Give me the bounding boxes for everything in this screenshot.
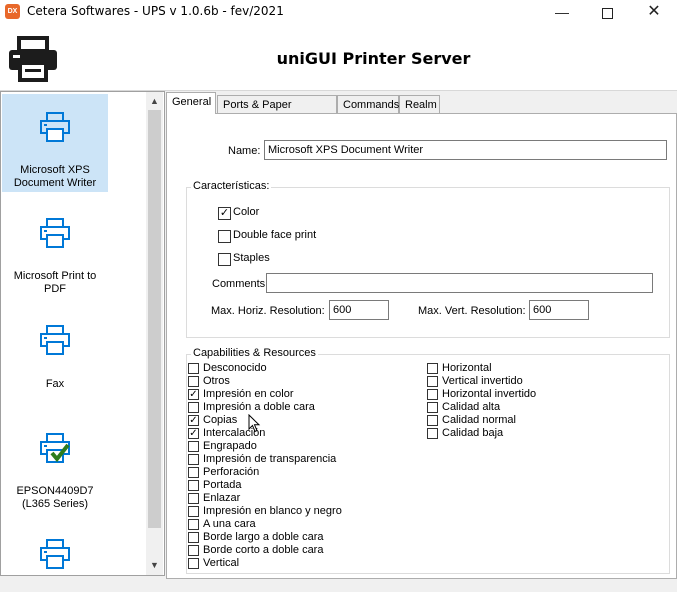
- capability-label: Calidad baja: [442, 427, 504, 439]
- capability-checkbox[interactable]: [427, 389, 438, 400]
- capability-label: Enlazar: [203, 492, 241, 504]
- printer-icon: [40, 218, 70, 248]
- capability-checkbox[interactable]: ✓: [188, 389, 199, 400]
- capability-label: Calidad normal: [442, 414, 516, 426]
- capability-checkbox[interactable]: [188, 532, 199, 543]
- capability-label: Impresión de transparencia: [203, 453, 337, 465]
- printer-label: Microsoft Print to PDF: [13, 270, 97, 295]
- printer-label: Microsoft XPS Document Writer: [13, 164, 97, 189]
- printer-icon: [40, 112, 70, 142]
- capability-label: Impresión en blanco y negro: [203, 505, 342, 517]
- capability-checkbox[interactable]: [188, 402, 199, 413]
- comments-label: Comments: [212, 278, 266, 290]
- capability-label: Calidad alta: [442, 401, 501, 413]
- capability-checkbox[interactable]: [188, 363, 199, 374]
- printer-item-5[interactable]: [2, 535, 108, 575]
- capability-checkbox[interactable]: [188, 558, 199, 569]
- capability-label: Perforación: [203, 466, 260, 478]
- capability-label: Otros: [203, 375, 230, 387]
- mouse-cursor-icon: [248, 414, 261, 433]
- capability-label: Copias: [203, 414, 238, 426]
- max-vert-input[interactable]: 600: [529, 300, 589, 320]
- capability-label: Vertical: [203, 557, 240, 569]
- capability-checkbox[interactable]: [188, 493, 199, 504]
- capability-checkbox[interactable]: [188, 467, 199, 478]
- printer-item-pdf[interactable]: Microsoft Print to PDF: [2, 212, 108, 302]
- maximize-icon: [601, 7, 613, 19]
- scroll-down-icon[interactable]: ▼: [146, 557, 163, 574]
- title-bar: DX Cetera Softwares - UPS v 1.0.6b - fev…: [0, 0, 677, 24]
- app-title: uniGUI Printer Server: [276, 49, 471, 68]
- maximize-button[interactable]: [584, 0, 630, 24]
- max-vert-label: Max. Vert. Resolution:: [418, 305, 526, 317]
- app-icon: DX: [5, 4, 20, 19]
- double-face-checkbox[interactable]: [218, 230, 231, 243]
- minimize-button[interactable]: —: [539, 0, 585, 24]
- capability-checkbox[interactable]: [427, 363, 438, 374]
- double-face-label: Double face print: [233, 229, 317, 241]
- name-input[interactable]: Microsoft XPS Document Writer: [264, 140, 667, 160]
- capability-label: Impresión en color: [203, 388, 294, 400]
- capability-label: Desconocido: [203, 362, 267, 374]
- capability-checkbox[interactable]: [427, 376, 438, 387]
- scroll-up-icon[interactable]: ▲: [146, 93, 163, 110]
- capability-label: Vertical invertido: [442, 375, 523, 387]
- name-label: Name:: [228, 145, 261, 157]
- capability-checkbox[interactable]: [188, 519, 199, 530]
- scrollbar-thumb[interactable]: [148, 110, 161, 528]
- capability-label: Borde corto a doble cara: [203, 544, 324, 556]
- printer-label: EPSON4409D7 (L365 Series): [16, 485, 94, 510]
- capability-label: A una cara: [203, 518, 256, 530]
- capability-checkbox[interactable]: [188, 441, 199, 452]
- staples-label: Staples: [233, 252, 270, 264]
- printer-icon: [40, 539, 70, 569]
- capability-checkbox[interactable]: [188, 545, 199, 556]
- capability-label: Horizontal invertido: [442, 388, 537, 400]
- capabilities-title: Capabilities & Resources: [191, 347, 318, 359]
- printer-item-fax[interactable]: Fax: [2, 319, 108, 399]
- capability-label: Impresión a doble cara: [203, 401, 315, 413]
- capability-checkbox[interactable]: ✓: [188, 415, 199, 426]
- printer-icon: [40, 325, 70, 355]
- status-bar: [0, 579, 677, 592]
- caracteristicas-title: Características:: [191, 180, 272, 192]
- tab-commands[interactable]: Commands: [337, 95, 399, 113]
- tab-general[interactable]: General: [166, 92, 216, 114]
- window-title: Cetera Softwares - UPS v 1.0.6b - fev/20…: [27, 4, 284, 18]
- default-printer-icon: [40, 433, 70, 463]
- color-label: Color: [233, 206, 260, 218]
- capability-checkbox[interactable]: [188, 376, 199, 387]
- printer-item-epson[interactable]: EPSON4409D7 (L365 Series): [2, 429, 108, 519]
- capability-checkbox[interactable]: [188, 454, 199, 465]
- capability-label: Engrapado: [203, 440, 257, 452]
- capability-checkbox[interactable]: ✓: [188, 428, 199, 439]
- max-horiz-input[interactable]: 600: [329, 300, 389, 320]
- capability-checkbox[interactable]: [427, 402, 438, 413]
- max-horiz-label: Max. Horiz. Resolution:: [211, 305, 325, 317]
- staples-checkbox[interactable]: [218, 253, 231, 266]
- tab-realm[interactable]: Realm: [399, 95, 440, 113]
- printer-item-xps[interactable]: Microsoft XPS Document Writer: [2, 94, 108, 192]
- printer-list[interactable]: Microsoft XPS Document Writer Microsoft …: [0, 91, 165, 576]
- printer-label: Fax: [45, 378, 65, 390]
- capability-label: Horizontal: [442, 362, 492, 374]
- capability-checkbox[interactable]: [427, 415, 438, 426]
- close-button[interactable]: ✕: [631, 0, 677, 24]
- tab-ports-paper-formats[interactable]: Ports & Paper Formats: [217, 95, 337, 129]
- capability-label: Borde largo a doble cara: [203, 531, 324, 543]
- color-checkbox[interactable]: ✓: [218, 207, 231, 220]
- capability-label: Portada: [203, 479, 242, 491]
- capability-checkbox[interactable]: [188, 480, 199, 491]
- capability-checkbox[interactable]: [188, 506, 199, 517]
- comments-input[interactable]: [266, 273, 653, 293]
- capability-checkbox[interactable]: [427, 428, 438, 439]
